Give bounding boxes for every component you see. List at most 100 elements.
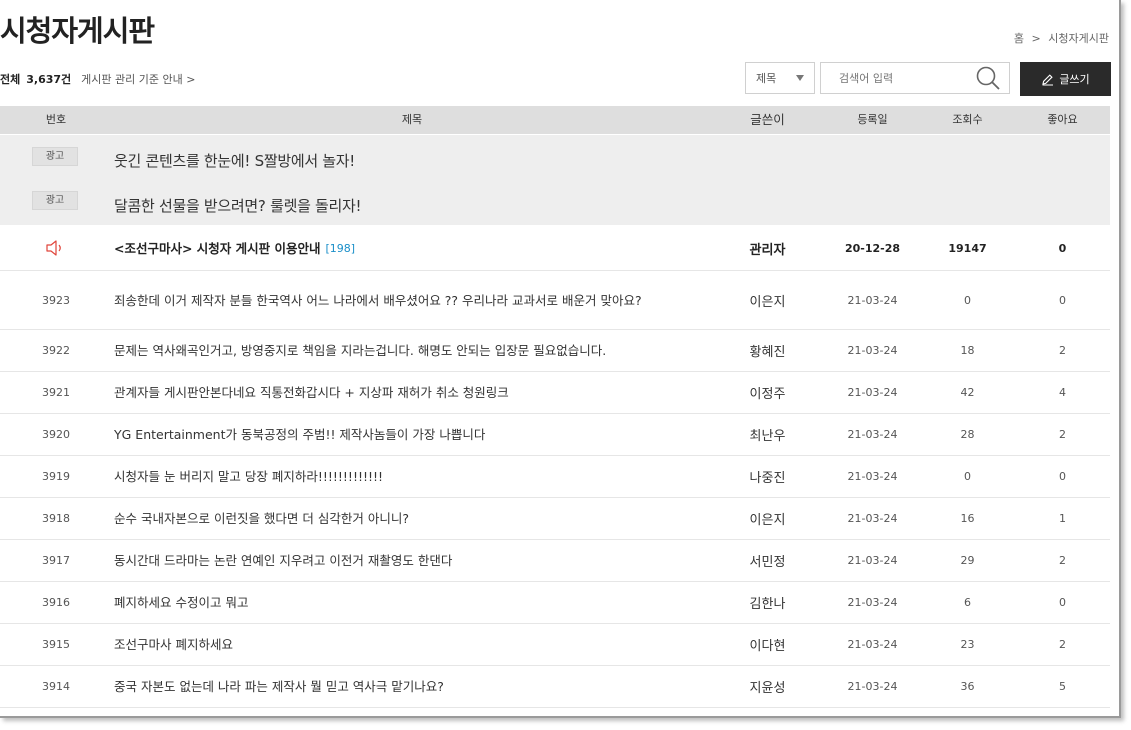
header-date: 등록일 xyxy=(857,113,888,126)
post-author: 이다현 xyxy=(749,639,786,654)
post-date: 21-03-24 xyxy=(847,554,898,567)
post-date: 21-03-24 xyxy=(847,680,898,693)
post-date: 21-03-24 xyxy=(847,638,898,651)
dropdown-arrow-icon xyxy=(796,75,804,81)
page-title: 시청자게시판 xyxy=(0,14,155,48)
search-icon[interactable] xyxy=(975,65,1001,95)
breadcrumb-separator: > xyxy=(1031,32,1041,45)
post-author: 김한나 xyxy=(749,597,786,612)
post-author: 황혜진 xyxy=(749,345,786,360)
post-views: 42 xyxy=(960,386,975,399)
post-number: 3918 xyxy=(42,512,70,525)
breadcrumb-current[interactable]: 시청자게시판 xyxy=(1048,32,1109,45)
post-title[interactable]: 시청자들 눈 버리지 말고 당장 폐지하라!!!!!!!!!!!!! xyxy=(114,456,714,497)
post-author: 최난우 xyxy=(749,429,786,444)
total-count: 3,637건 xyxy=(26,73,72,86)
post-likes: 0 xyxy=(1059,470,1066,483)
board-page: 시청자게시판 홈 > 시청자게시판 전체 3,637건 게시판 관리 기준 안내 >… xyxy=(0,0,1121,718)
table-row[interactable]: 3923 죄송한데 이거 제작자 분들 한국역사 어느 나라에서 배우셨어요 ?… xyxy=(0,271,1110,330)
table-row[interactable]: 3915 조선구마사 폐지하세요 이다현 21-03-24 23 2 xyxy=(0,624,1110,666)
table-row[interactable]: 3922 문제는 역사왜곡인거고, 방영중지로 책임을 지라는겁니다. 해명도 … xyxy=(0,330,1110,372)
ad-title[interactable]: 웃긴 콘텐츠를 한눈에! S짤방에서 놀자! xyxy=(114,150,355,171)
table-row[interactable]: 3921 관계자들 게시판안본다네요 직통전화갑시다 + 지상파 재허가 취소 … xyxy=(0,372,1110,414)
post-title[interactable]: 관계자들 게시판안본다네요 직통전화갑시다 + 지상파 재허가 취소 청원링크 xyxy=(114,372,714,413)
header-author: 글쓴이 xyxy=(750,112,785,127)
breadcrumb-home[interactable]: 홈 xyxy=(1014,32,1024,45)
post-number: 3920 xyxy=(42,428,70,441)
header-views: 조회수 xyxy=(952,113,983,126)
post-author: 나중진 xyxy=(749,471,786,486)
post-views: 0 xyxy=(964,470,971,483)
post-likes: 0 xyxy=(1058,241,1067,255)
total-label: 전체 xyxy=(0,73,21,86)
board-guide-link[interactable]: 게시판 관리 기준 안내 > xyxy=(81,73,195,86)
post-author: 이정주 xyxy=(749,387,786,402)
notice-title-cell[interactable]: <조선구마사> 시청자 게시판 이용안내 [198] xyxy=(114,226,714,270)
post-title[interactable]: 폐지하세요 수정이고 뭐고 xyxy=(114,582,714,623)
post-date: 21-03-24 xyxy=(847,344,898,357)
post-views: 28 xyxy=(960,428,975,441)
header-likes: 좋아요 xyxy=(1047,113,1078,126)
ad-badge: 광고 xyxy=(32,191,78,210)
ad-row[interactable]: 광고 웃긴 콘텐츠를 한눈에! S짤방에서 놀자! xyxy=(0,135,1110,180)
post-title[interactable]: YG Entertainment가 동북공정의 주범!! 제작사놈들이 가장 나… xyxy=(114,414,714,455)
post-views: 0 xyxy=(964,293,971,307)
post-views: 19147 xyxy=(948,241,987,255)
post-date: 21-03-24 xyxy=(847,428,898,441)
post-title[interactable]: 문제는 역사왜곡인거고, 방영중지로 책임을 지라는겁니다. 해명도 안되는 입… xyxy=(114,330,714,371)
table-row[interactable]: 3916 폐지하세요 수정이고 뭐고 김한나 21-03-24 6 0 xyxy=(0,582,1110,624)
table-header: 번호 제목 글쓴이 등록일 조회수 좋아요 xyxy=(0,106,1110,134)
post-likes: 5 xyxy=(1059,680,1066,693)
post-number: 3922 xyxy=(42,344,70,357)
post-number: 3923 xyxy=(42,293,70,307)
notice-title[interactable]: <조선구마사> 시청자 게시판 이용안내 xyxy=(114,241,321,256)
post-likes: 2 xyxy=(1059,428,1066,441)
post-title[interactable]: 동시간대 드라마는 논란 연예인 지우려고 이전거 재촬영도 한댄다 xyxy=(114,540,714,581)
post-date: 21-03-24 xyxy=(847,596,898,609)
post-views: 6 xyxy=(964,596,971,609)
post-author: 이은지 xyxy=(749,294,786,310)
breadcrumb: 홈 > 시청자게시판 xyxy=(1010,30,1109,46)
notice-row[interactable]: <조선구마사> 시청자 게시판 이용안내 [198] 관리자 20-12-28 1… xyxy=(0,226,1110,271)
post-number: 3917 xyxy=(42,554,70,567)
post-likes: 4 xyxy=(1059,386,1066,399)
header-title: 제목 xyxy=(401,113,423,126)
post-likes: 1 xyxy=(1059,512,1066,525)
post-title[interactable]: 조선구마사 폐지하세요 xyxy=(114,624,714,665)
post-views: 36 xyxy=(960,680,975,693)
ad-title[interactable]: 달콤한 선물을 받으려면? 룰렛을 돌리자! xyxy=(114,195,362,216)
post-count: 전체 3,637건 게시판 관리 기준 안내 > xyxy=(0,71,195,87)
post-title[interactable]: 순수 국내자본으로 이런짓을 했다면 더 심각한거 아니니? xyxy=(114,498,714,539)
table-row[interactable]: 3920 YG Entertainment가 동북공정의 주범!! 제작사놈들이… xyxy=(0,414,1110,456)
post-views: 29 xyxy=(960,554,975,567)
post-views: 16 xyxy=(960,512,975,525)
table-row[interactable]: 3917 동시간대 드라마는 논란 연예인 지우려고 이전거 재촬영도 한댄다 … xyxy=(0,540,1110,582)
table-row[interactable]: 3919 시청자들 눈 버리지 말고 당장 폐지하라!!!!!!!!!!!!! … xyxy=(0,456,1110,498)
post-date: 21-03-24 xyxy=(847,293,898,307)
ad-section: 광고 웃긴 콘텐츠를 한눈에! S짤방에서 놀자! 광고 달콤한 선물을 받으려… xyxy=(0,135,1110,225)
search-type-select[interactable]: 제목 xyxy=(745,62,815,94)
post-author: 이은지 xyxy=(749,513,786,528)
pencil-icon xyxy=(1042,73,1054,85)
post-likes: 0 xyxy=(1059,293,1066,307)
post-author: 서민정 xyxy=(749,555,786,570)
header-number: 번호 xyxy=(45,113,67,126)
post-number: 3915 xyxy=(42,638,70,651)
post-date: 21-03-24 xyxy=(847,512,898,525)
write-button-label: 글쓰기 xyxy=(1059,73,1090,86)
post-views: 18 xyxy=(960,344,975,357)
post-likes: 2 xyxy=(1059,638,1066,651)
table-row[interactable]: 3914 중국 자본도 없는데 나라 파는 제작사 뭘 믿고 역사극 맡기나요?… xyxy=(0,666,1110,708)
post-date: 20-12-28 xyxy=(844,241,901,255)
post-title[interactable]: 죄송한데 이거 제작자 분들 한국역사 어느 나라에서 배우셨어요 ?? 우리나… xyxy=(114,271,714,329)
post-title[interactable]: 중국 자본도 없는데 나라 파는 제작사 뭘 믿고 역사극 맡기나요? xyxy=(114,666,714,707)
post-number: 3919 xyxy=(42,470,70,483)
post-number: 3921 xyxy=(42,386,70,399)
post-date: 21-03-24 xyxy=(847,470,898,483)
post-views: 23 xyxy=(960,638,975,651)
table-row[interactable]: 3918 순수 국내자본으로 이런짓을 했다면 더 심각한거 아니니? 이은지 … xyxy=(0,498,1110,540)
write-button[interactable]: 글쓰기 xyxy=(1020,62,1111,96)
post-likes: 0 xyxy=(1059,596,1066,609)
post-author: 관리자 xyxy=(749,242,786,258)
ad-row[interactable]: 광고 달콤한 선물을 받으려면? 룰렛을 돌리자! xyxy=(0,180,1110,225)
